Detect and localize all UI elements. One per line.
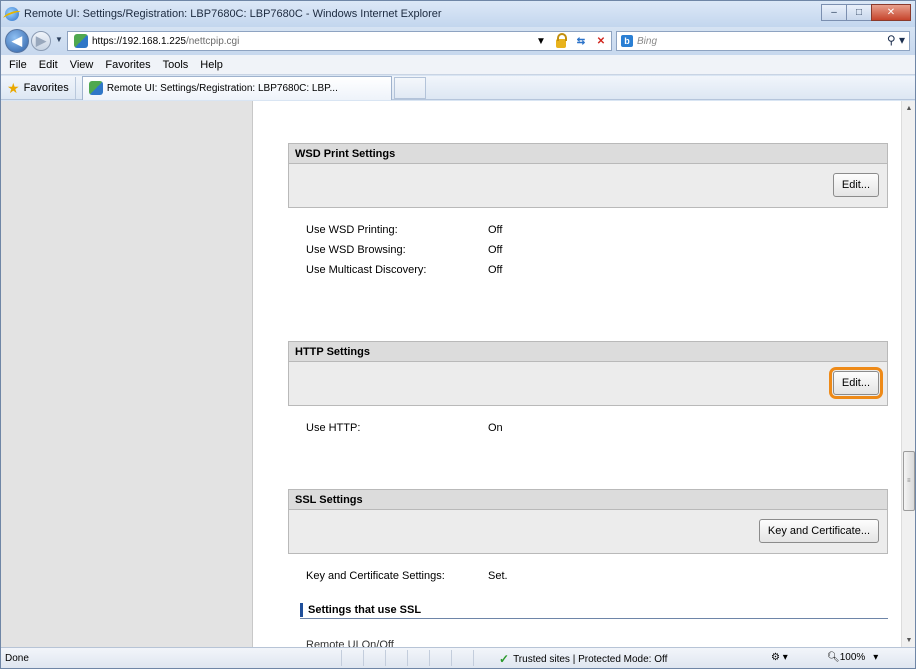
navigation-bar: ◀ ▶ ▼ https://192.168.1.225/nettcpip.cgi… bbox=[1, 27, 915, 55]
security-lock-icon[interactable] bbox=[551, 32, 571, 50]
setting-row: Key and Certificate Settings: Set. bbox=[288, 566, 888, 586]
settings-that-use-ssl-heading: Settings that use SSL bbox=[300, 601, 888, 619]
subheading-text: Settings that use SSL bbox=[308, 603, 422, 616]
setting-row: Use WSD Printing: Off bbox=[288, 220, 888, 240]
setting-label: Key and Certificate Settings: bbox=[306, 570, 445, 582]
menu-edit[interactable]: Edit bbox=[33, 59, 64, 71]
new-tab-button[interactable] bbox=[393, 76, 426, 99]
forward-arrow-icon: ▶ bbox=[36, 33, 46, 48]
tab-remote-ui[interactable]: Remote UI: Settings/Registration: LBP768… bbox=[81, 75, 392, 100]
status-text: Done bbox=[5, 653, 29, 664]
site-icon bbox=[88, 81, 103, 95]
address-dropdown-icon[interactable]: ▼ bbox=[531, 32, 551, 50]
status-panes bbox=[341, 650, 495, 666]
scroll-up-arrow-icon[interactable]: ▲ bbox=[902, 101, 916, 115]
zoom-dropdown-icon[interactable]: ▾ bbox=[873, 652, 878, 663]
back-arrow-icon: ◀ bbox=[12, 33, 22, 48]
search-box[interactable]: b Bing ⚲ ▾ bbox=[616, 31, 910, 51]
setting-row: Use WSD Browsing: Off bbox=[288, 240, 888, 260]
wsd-settings-list: Use WSD Printing: Off Use WSD Browsing: Of… bbox=[288, 208, 888, 280]
tab-title: Remote UI: Settings/Registration: LBP768… bbox=[106, 82, 338, 94]
address-bar[interactable]: https://192.168.1.225/nettcpip.cgi ▼ ⇆ ✕ bbox=[67, 31, 612, 51]
setting-value: Off bbox=[488, 244, 503, 256]
address-url[interactable]: https://192.168.1.225/nettcpip.cgi bbox=[92, 36, 239, 47]
section-title: HTTP Settings bbox=[288, 341, 888, 362]
left-menu-panel bbox=[1, 101, 253, 647]
setting-label: Use WSD Browsing: bbox=[306, 244, 406, 256]
favorites-button[interactable]: ★ Favorites bbox=[1, 76, 76, 99]
status-bar: Done ✓ Trusted sites | Protected Mode: O… bbox=[1, 647, 915, 668]
grip-icon: ≡ bbox=[907, 478, 911, 484]
forward-button[interactable]: ▶ bbox=[31, 31, 51, 51]
refresh-icon[interactable]: ⇆ bbox=[571, 32, 591, 50]
stop-icon[interactable]: ✕ bbox=[591, 32, 611, 50]
window-title: Remote UI: Settings/Registration: LBP768… bbox=[24, 8, 442, 20]
window-controls: – □ ✕ bbox=[821, 4, 911, 21]
setting-row: Use HTTP: On bbox=[288, 418, 888, 438]
menu-view[interactable]: View bbox=[64, 59, 100, 71]
settings-dropdown-icon[interactable]: ⚙ ▾ bbox=[771, 652, 788, 663]
close-button[interactable]: ✕ bbox=[871, 4, 911, 21]
favorites-label: Favorites bbox=[23, 81, 69, 94]
remote-ui-row-label: Remote UI On/Off bbox=[306, 639, 394, 647]
key-and-certificate-button[interactable]: Key and Certificate... bbox=[758, 519, 879, 543]
setting-value: On bbox=[488, 422, 503, 434]
menu-tools[interactable]: Tools bbox=[157, 59, 195, 71]
favorites-bar: ★ Favorites Remote UI: Settings/Registra… bbox=[1, 75, 915, 100]
internet-explorer-icon bbox=[5, 7, 19, 21]
setting-label: Use HTTP: bbox=[306, 422, 361, 434]
url-host: https://192.168.1.225 bbox=[92, 35, 186, 47]
status-tools: ⚙ ▾ bbox=[771, 652, 796, 663]
setting-row: Use Multicast Discovery: Off bbox=[288, 260, 888, 280]
ssl-settings-section: SSL Settings Key and Certificate... Key … bbox=[288, 489, 888, 586]
title-bar: Remote UI: Settings/Registration: LBP768… bbox=[1, 1, 915, 27]
section-toolbar: Edit... bbox=[288, 164, 888, 208]
search-icon[interactable]: ⚲ ▾ bbox=[887, 33, 905, 47]
wsd-print-settings-section: WSD Print Settings Edit... Use WSD Print… bbox=[288, 143, 888, 280]
setting-value: Set. bbox=[488, 570, 508, 582]
search-placeholder[interactable]: Bing bbox=[637, 36, 657, 47]
checkmark-icon: ✓ bbox=[499, 652, 510, 666]
security-zone-text: Trusted sites | Protected Mode: Off bbox=[513, 653, 668, 665]
zoom-level: 100% bbox=[839, 652, 866, 663]
zoom-icon: 🔍︎ bbox=[827, 652, 840, 663]
zoom-control[interactable]: 🔍︎ 100% ▾ bbox=[827, 652, 878, 663]
section-title: WSD Print Settings bbox=[288, 143, 888, 164]
bing-icon: b bbox=[621, 35, 633, 47]
menu-bar: File Edit View Favorites Tools Help bbox=[1, 55, 915, 75]
menu-file[interactable]: File bbox=[1, 59, 33, 71]
setting-value: Off bbox=[488, 264, 503, 276]
favorites-star-icon: ★ bbox=[7, 79, 20, 96]
scrollbar-thumb[interactable]: ≡ bbox=[903, 451, 915, 511]
section-toolbar: Edit... bbox=[288, 362, 888, 406]
menu-favorites[interactable]: Favorites bbox=[99, 59, 156, 71]
section-toolbar: Key and Certificate... bbox=[288, 510, 888, 554]
url-path: /nettcpip.cgi bbox=[185, 35, 240, 47]
site-icon bbox=[74, 34, 88, 48]
http-edit-button[interactable]: Edit... bbox=[828, 367, 884, 399]
minimize-button[interactable]: – bbox=[821, 4, 847, 21]
setting-label: Use Multicast Discovery: bbox=[306, 264, 427, 276]
setting-value: Off bbox=[488, 224, 503, 236]
page-content: WSD Print Settings Edit... Use WSD Print… bbox=[1, 101, 901, 647]
menu-help[interactable]: Help bbox=[194, 59, 229, 71]
ssl-settings-list: Key and Certificate Settings: Set. bbox=[288, 554, 888, 586]
recent-pages-dropdown-icon[interactable]: ▼ bbox=[55, 35, 63, 44]
wsd-edit-button[interactable]: Edit... bbox=[832, 173, 879, 197]
setting-label: Use WSD Printing: bbox=[306, 224, 398, 236]
back-button[interactable]: ◀ bbox=[5, 29, 29, 53]
address-tools: ▼ ⇆ ✕ bbox=[531, 32, 611, 50]
browser-window: Remote UI: Settings/Registration: LBP768… bbox=[0, 0, 916, 669]
vertical-scrollbar[interactable]: ▲ ≡ ▼ bbox=[901, 101, 915, 647]
http-settings-section: HTTP Settings Edit... Use HTTP: On bbox=[288, 341, 888, 438]
scroll-down-arrow-icon[interactable]: ▼ bbox=[902, 633, 916, 647]
http-settings-list: Use HTTP: On bbox=[288, 406, 888, 438]
maximize-button[interactable]: □ bbox=[846, 4, 872, 21]
section-title: SSL Settings bbox=[288, 489, 888, 510]
security-zone[interactable]: ✓ Trusted sites | Protected Mode: Off bbox=[499, 652, 667, 666]
